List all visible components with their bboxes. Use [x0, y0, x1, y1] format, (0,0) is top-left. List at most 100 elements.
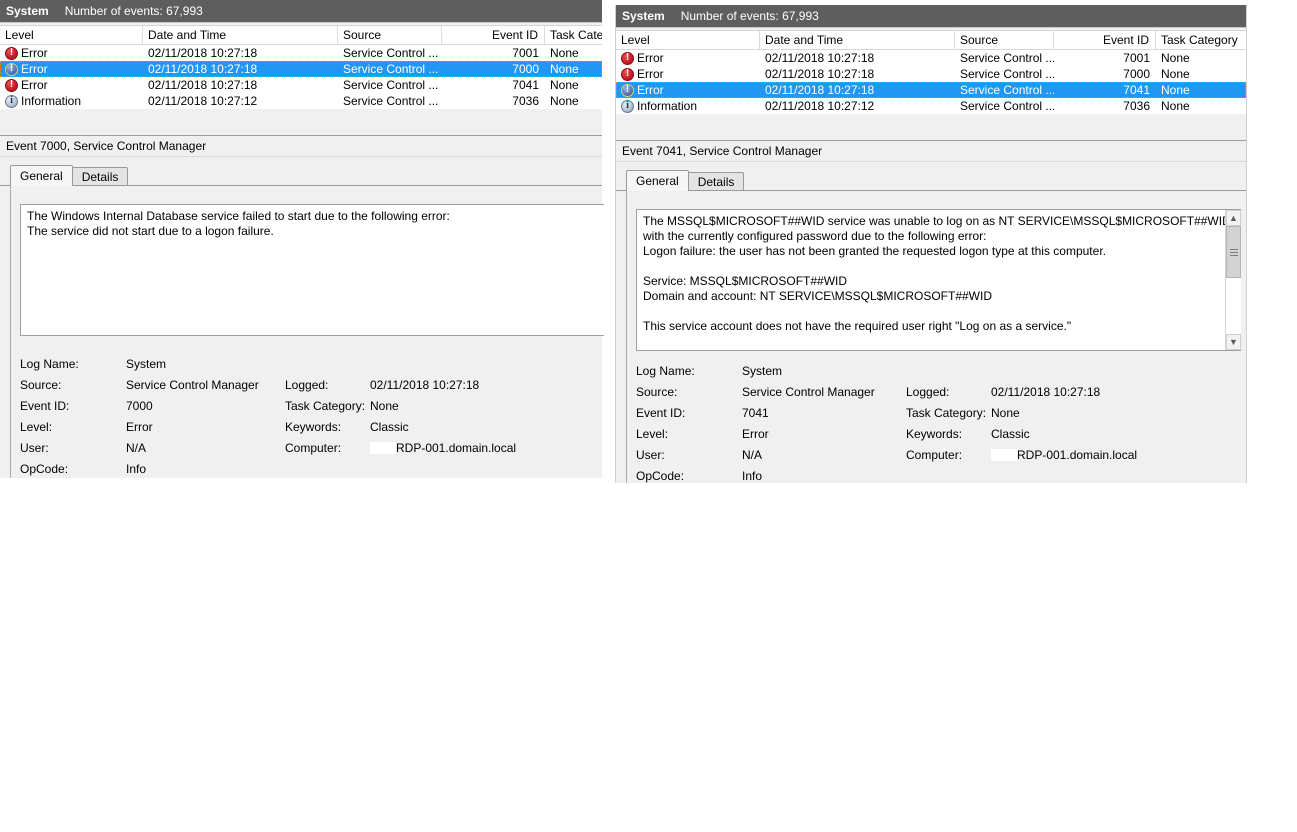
- left-col-header-datetime[interactable]: Date and Time: [143, 26, 338, 44]
- scroll-up-arrow-icon[interactable]: ▲: [1226, 210, 1241, 226]
- right-col-header-datetime[interactable]: Date and Time: [760, 31, 955, 49]
- right-meta-label-opcode: OpCode:: [636, 469, 685, 483]
- left-col-header-eventid[interactable]: Event ID: [442, 26, 545, 44]
- row-source-cell: Service Control ...: [343, 46, 439, 60]
- row-level-label: Error: [637, 83, 664, 97]
- right-tab-general[interactable]: General: [626, 170, 689, 191]
- right-meta-label-logged: Logged:: [906, 385, 950, 399]
- error-icon: [5, 78, 18, 92]
- left-meta-label-taskcat: Task Category:: [285, 399, 366, 413]
- table-row[interactable]: Information 02/11/2018 10:27:12 Service Co…: [616, 98, 1246, 114]
- right-description-area: The MSSQL$MICROSOFT##WID service was una…: [616, 191, 1246, 356]
- left-description-text[interactable]: The Windows Internal Database service fa…: [20, 204, 604, 336]
- left-meta-label-user: User:: [20, 441, 49, 455]
- error-icon: [621, 51, 634, 65]
- row-datetime-cell: 02/11/2018 10:27:18: [765, 67, 875, 81]
- row-eventid-cell: 7036: [1123, 99, 1150, 113]
- row-level-label: Error: [637, 51, 664, 65]
- right-computer-redaction: [991, 449, 1017, 461]
- left-col-header-taskcategory[interactable]: Task Cate: [545, 26, 602, 44]
- table-row[interactable]: Error 02/11/2018 10:27:18 Service Control …: [616, 50, 1246, 66]
- right-meta-label-level: Level:: [636, 427, 669, 441]
- row-taskcategory-cell: None: [550, 94, 579, 108]
- table-row[interactable]: Error 02/11/2018 10:27:18 Service Control …: [0, 45, 602, 61]
- right-event-count: Number of events: 67,993: [680, 9, 819, 23]
- row-level-label: Error: [21, 46, 48, 60]
- left-meta-value-logged: 02/11/2018 10:27:18: [370, 378, 480, 392]
- row-taskcategory-cell: None: [550, 78, 579, 92]
- right-meta-value-source: Service Control Manager: [742, 385, 875, 399]
- right-description-scrollbar[interactable]: ▲ ▼: [1225, 210, 1241, 350]
- left-col-header-source[interactable]: Source: [338, 26, 442, 44]
- table-row[interactable]: Error 02/11/2018 10:27:18 Service Control …: [616, 66, 1246, 82]
- table-row[interactable]: Error 02/11/2018 10:27:18 Service Control …: [0, 61, 602, 77]
- scroll-down-arrow-icon[interactable]: ▼: [1226, 334, 1241, 350]
- right-meta-label-computer: Computer:: [906, 448, 963, 462]
- row-eventid-cell: 7041: [512, 78, 539, 92]
- row-level-label: Error: [21, 62, 48, 76]
- right-tab-details[interactable]: Details: [687, 172, 745, 191]
- scrollbar-thumb[interactable]: [1226, 226, 1241, 278]
- row-datetime-cell: 02/11/2018 10:27:12: [148, 94, 258, 108]
- table-row[interactable]: Error 02/11/2018 10:27:18 Service Control …: [0, 77, 602, 93]
- left-event-list[interactable]: Error 02/11/2018 10:27:18 Service Control …: [0, 45, 602, 109]
- right-meta-inner-edge: [626, 356, 627, 483]
- row-datetime-cell: 02/11/2018 10:27:18: [765, 83, 875, 97]
- row-source-cell: Service Control ...: [960, 99, 1054, 113]
- left-log-name: System: [6, 4, 49, 18]
- row-level-cell: Error: [0, 46, 143, 60]
- table-row[interactable]: Information 02/11/2018 10:27:12 Service Co…: [0, 93, 602, 109]
- right-log-name: System: [622, 9, 665, 23]
- left-col-header-level[interactable]: Level: [0, 26, 143, 44]
- right-meta-value-computer: RDP-001.domain.local: [991, 448, 1137, 462]
- information-icon: [621, 99, 634, 113]
- event-viewer-right-window: System Number of events: 67,993 Level Da…: [615, 5, 1247, 483]
- error-icon: [5, 62, 18, 76]
- left-meta-label-opcode: OpCode:: [20, 462, 69, 476]
- right-meta-value-user: N/A: [742, 448, 763, 462]
- right-col-header-taskcategory[interactable]: Task Category: [1156, 31, 1246, 49]
- right-event-caption: Event 7041, Service Control Manager: [616, 140, 1246, 162]
- right-meta-value-logged: 02/11/2018 10:27:18: [991, 385, 1101, 399]
- row-taskcategory-cell: None: [1161, 51, 1190, 65]
- left-tab-details[interactable]: Details: [71, 167, 129, 186]
- left-description-area: The Windows Internal Database service fa…: [0, 186, 604, 351]
- right-meta-value-taskcat: None: [991, 406, 1020, 420]
- left-tabstrip: General Details: [0, 165, 602, 186]
- right-meta-value-opcode: Info: [742, 469, 763, 483]
- right-log-titlebar: System Number of events: 67,993: [616, 5, 1246, 27]
- left-computer-redaction: [370, 442, 396, 454]
- left-meta-label-logged: Logged:: [285, 378, 329, 392]
- row-level-cell: Error: [616, 51, 760, 65]
- table-row[interactable]: Error 02/11/2018 10:27:18 Service Control …: [616, 82, 1246, 98]
- right-meta-computer-text: RDP-001.domain.local: [1017, 448, 1138, 462]
- left-meta-label-level: Level:: [20, 420, 53, 434]
- right-col-header-level[interactable]: Level: [616, 31, 760, 49]
- left-meta-value-taskcat: None: [370, 399, 399, 413]
- right-event-list[interactable]: Error 02/11/2018 10:27:18 Service Control …: [616, 50, 1246, 114]
- right-meta-value-keywords: Classic: [991, 427, 1030, 441]
- row-level-cell: Information: [0, 94, 143, 108]
- row-datetime-cell: 02/11/2018 10:27:12: [765, 99, 875, 113]
- right-tabstrip: General Details: [616, 170, 1246, 191]
- row-datetime-cell: 02/11/2018 10:27:18: [765, 51, 875, 65]
- left-event-caption: Event 7000, Service Control Manager: [0, 135, 602, 157]
- scrollbar-track[interactable]: [1226, 226, 1241, 334]
- left-meta-value-logname: System: [126, 357, 167, 371]
- right-meta-label-source: Source:: [636, 385, 678, 399]
- right-detail-inner-edge: [626, 191, 627, 356]
- right-meta-label-user: User:: [636, 448, 665, 462]
- right-col-header-source[interactable]: Source: [955, 31, 1054, 49]
- right-meta-value-eventid: 7041: [742, 406, 769, 420]
- right-description-text[interactable]: The MSSQL$MICROSOFT##WID service was una…: [636, 209, 1241, 351]
- left-meta-label-source: Source:: [20, 378, 62, 392]
- right-list-header: Level Date and Time Source Event ID Task…: [616, 30, 1246, 50]
- row-level-cell: Error: [0, 62, 143, 76]
- row-datetime-cell: 02/11/2018 10:27:18: [148, 62, 258, 76]
- left-meta-value-source: Service Control Manager: [126, 378, 259, 392]
- row-level-label: Information: [637, 99, 698, 113]
- row-level-cell: Error: [616, 67, 760, 81]
- right-col-header-eventid[interactable]: Event ID: [1054, 31, 1156, 49]
- left-tab-general[interactable]: General: [10, 165, 73, 186]
- left-event-count: Number of events: 67,993: [64, 4, 203, 18]
